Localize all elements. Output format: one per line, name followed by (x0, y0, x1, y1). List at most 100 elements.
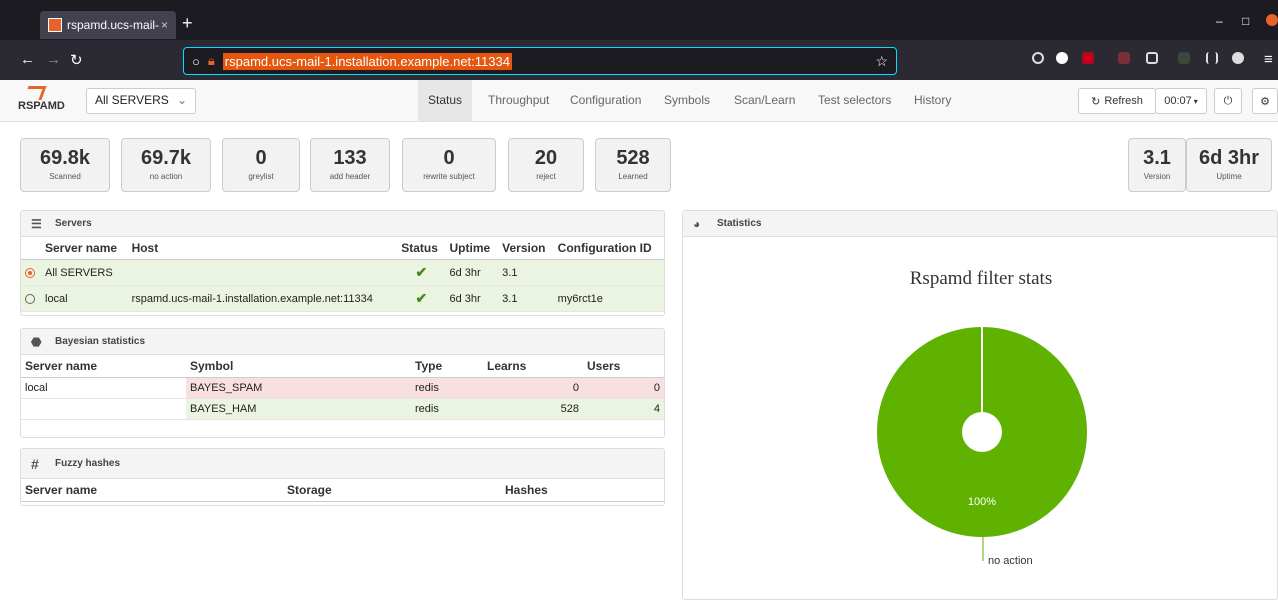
stat-value: 6d 3hr (1198, 147, 1260, 169)
fuzzy-panel-header: # Fuzzy hashes (21, 449, 664, 479)
server-uptime: 6d 3hr (445, 259, 499, 286)
bayes-panel-header: ⬣ Bayesian statistics (21, 329, 664, 355)
pie-chart-icon: ◕ (693, 216, 701, 231)
server-select-value: All SERVERS (95, 93, 169, 107)
server-radio[interactable] (25, 267, 35, 278)
bayes-type: redis (411, 377, 483, 399)
lock-warning-icon: 🔒︎ (207, 53, 215, 68)
tab-scan-learn[interactable]: Scan/Learn (724, 80, 805, 121)
tab-test-selectors[interactable]: Test selectors (808, 80, 901, 121)
stat-no-action: 69.7k no action (121, 138, 211, 192)
server-icon: ☰ (31, 216, 42, 231)
bayes-server (21, 398, 186, 420)
browser-tab[interactable]: rspamd.ucs-mail- × (40, 11, 176, 39)
url-text: rspamd.ucs-mail-1.installation.example.n… (222, 52, 512, 70)
power-icon: ⏻ (1223, 94, 1233, 107)
tab-configuration[interactable]: Configuration (560, 80, 651, 121)
servers-table: Server name Host Status Uptime Version C… (21, 237, 664, 312)
bookmark-star-icon[interactable]: ☆ (875, 53, 888, 70)
refresh-interval-select[interactable]: 00:07 ▾ (1155, 88, 1207, 114)
stat-rewrite-subject: 0 rewrite subject (402, 138, 496, 192)
stat-label: Uptime (1216, 172, 1242, 181)
tab-throughput[interactable]: Throughput (478, 80, 559, 121)
stat-value: 3.1 (1143, 147, 1171, 169)
server-radio[interactable] (25, 293, 35, 304)
menu-icon[interactable]: ≡ (1264, 51, 1273, 68)
column-header[interactable]: Status (397, 237, 446, 260)
tab-status[interactable]: Status (418, 80, 473, 121)
refresh-button[interactable]: ↻ Refresh (1078, 88, 1156, 114)
fuzzy-panel: # Fuzzy hashes Server name Storage Hashe… (20, 448, 665, 506)
server-config-id: my6rct1e (553, 285, 664, 312)
column-header[interactable]: Configuration ID (553, 237, 664, 260)
stat-label: greylist (248, 172, 274, 181)
rspamd-favicon-icon (48, 18, 62, 32)
column-header[interactable]: Server name (41, 237, 128, 260)
server-config-id (553, 259, 664, 286)
server-version: 3.1 (498, 285, 554, 312)
table-row: local BAYES_SPAM redis 0 0 (21, 377, 664, 399)
library-icon[interactable] (1206, 52, 1218, 64)
forward-icon[interactable]: → (46, 51, 61, 68)
reload-icon[interactable]: ↻ (70, 51, 83, 69)
bayes-symbol: BAYES_SPAM (186, 377, 411, 399)
extension-1-icon[interactable] (1056, 52, 1068, 64)
new-tab-button[interactable]: + (182, 13, 193, 34)
app-header: RSPAMD All SERVERS ⌄ Status Throughput C… (0, 80, 1278, 122)
column-header[interactable]: Symbol (186, 355, 411, 378)
server-name: local (41, 285, 128, 312)
url-bar[interactable]: ○ 🔒︎ rspamd.ucs-mail-1.installation.exam… (183, 47, 897, 75)
browser-tabbar: rspamd.ucs-mail- × + – □ (0, 0, 1278, 40)
stat-value: 20 (534, 147, 558, 169)
pie-chart: Rspamd filter stats 100% no action (877, 268, 1087, 567)
chart-area: Rspamd filter stats 100% no action (732, 253, 1230, 585)
tab-history[interactable]: History (904, 80, 961, 121)
column-header[interactable]: Server name (21, 355, 186, 378)
extension-3-icon[interactable] (1146, 52, 1158, 64)
bayes-type: redis (411, 398, 483, 420)
column-header[interactable]: Hashes (501, 479, 664, 502)
column-header[interactable]: Server name (21, 479, 283, 502)
server-version: 3.1 (498, 259, 554, 286)
back-icon[interactable]: ← (20, 51, 35, 68)
table-row[interactable]: local rspamd.ucs-mail-1.installation.exa… (21, 285, 664, 312)
stat-scanned: 69.8k Scanned (20, 138, 110, 192)
tab-symbols[interactable]: Symbols (654, 80, 720, 121)
column-header[interactable]: Uptime (445, 237, 499, 260)
disconnect-button[interactable]: ⏻ (1214, 88, 1242, 114)
servers-panel-header: ☰ Servers (21, 211, 664, 237)
column-header[interactable]: Version (498, 237, 554, 260)
maximize-icon[interactable]: □ (1242, 14, 1249, 28)
bayes-panel: ⬣ Bayesian statistics Server name Symbol… (20, 328, 665, 438)
column-header[interactable]: Type (411, 355, 483, 378)
ublock-icon[interactable] (1082, 52, 1094, 64)
rspamd-logo[interactable]: RSPAMD (18, 86, 70, 116)
server-host (127, 259, 398, 286)
bayes-learns: 528 (483, 398, 583, 420)
close-window-icon[interactable] (1266, 14, 1278, 26)
servers-panel: ☰ Servers Server name Host Status Uptime… (20, 210, 665, 316)
hash-icon: # (31, 455, 39, 472)
server-host: rspamd.ucs-mail-1.installation.example.n… (127, 285, 398, 312)
servers-panel-title: Servers (55, 218, 92, 229)
column-header[interactable]: Host (127, 237, 398, 260)
extension-4-icon[interactable] (1178, 52, 1190, 64)
pocket-icon[interactable] (1032, 52, 1044, 64)
extension-2-icon[interactable] (1118, 52, 1130, 64)
chevron-down-icon: ⌄ (176, 93, 187, 107)
column-header[interactable]: Learns (483, 355, 583, 378)
close-tab-icon[interactable]: × (161, 18, 168, 32)
column-header[interactable]: Storage (283, 479, 501, 502)
column-header[interactable]: Users (583, 355, 664, 378)
minimize-icon[interactable]: – (1216, 14, 1223, 28)
settings-button[interactable]: ⚙ (1252, 88, 1278, 114)
stat-label: Learned (618, 172, 648, 181)
stat-label: rewrite subject (423, 172, 475, 181)
bayes-symbol: BAYES_HAM (186, 398, 411, 420)
server-select[interactable]: All SERVERS ⌄ (86, 88, 196, 114)
bayes-table: Server name Symbol Type Learns Users loc… (21, 355, 664, 420)
stat-value: 528 (616, 147, 650, 169)
logo-mark-icon (23, 86, 47, 100)
table-row[interactable]: All SERVERS ✔ 6d 3hr 3.1 (21, 259, 664, 286)
account-icon[interactable] (1232, 52, 1244, 64)
